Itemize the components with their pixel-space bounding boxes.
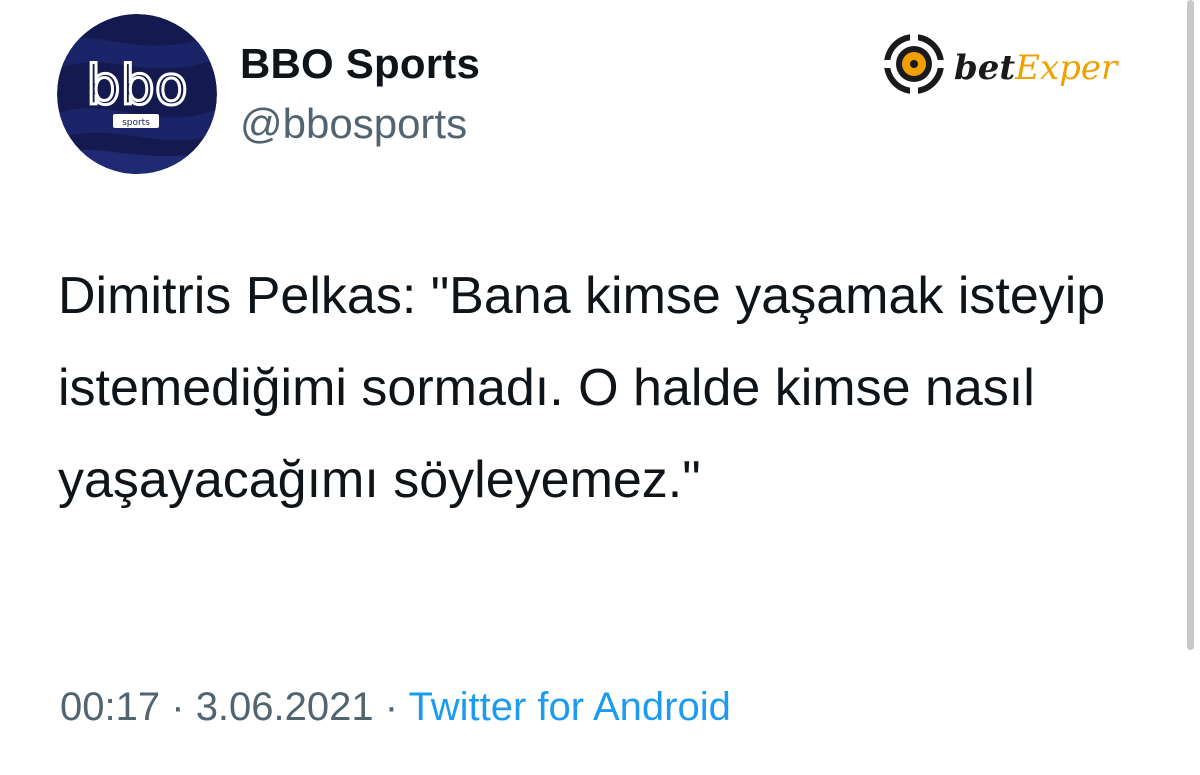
display-name[interactable]: BBO Sports <box>240 40 480 88</box>
meta-separator: · <box>171 685 185 729</box>
tweet-text: Dimitris Pelkas: "Bana kimse yaşamak ist… <box>58 267 1106 509</box>
sponsor-text-exper: Exper <box>1015 48 1118 88</box>
meta-separator: · <box>384 685 399 729</box>
tweet-date[interactable]: 3.06.2021 <box>196 685 374 729</box>
user-handle[interactable]: @bbosports <box>240 100 467 148</box>
sponsor-logo-text: betExper <box>954 48 1117 88</box>
tweet-time[interactable]: 00:17 <box>60 685 160 729</box>
sponsor-text-bet: bet <box>954 48 1016 88</box>
bbo-logo-icon: bbo sports <box>57 14 217 174</box>
poker-chip-icon <box>882 32 946 96</box>
sponsor-watermark: betExper <box>880 26 1140 102</box>
tweet-meta: 00:17 · 3.06.2021 · Twitter for Android <box>60 685 731 730</box>
avatar[interactable]: bbo sports <box>57 14 217 174</box>
avatar-logo-text: bbo <box>86 54 188 117</box>
avatar-logo-subtext: sports <box>122 118 150 128</box>
tweet-card: bbo sports BBO Sports @bbosports betExpe… <box>0 0 1200 775</box>
tweet-source-link[interactable]: Twitter for Android <box>408 685 730 729</box>
scrollbar[interactable] <box>1187 0 1194 650</box>
